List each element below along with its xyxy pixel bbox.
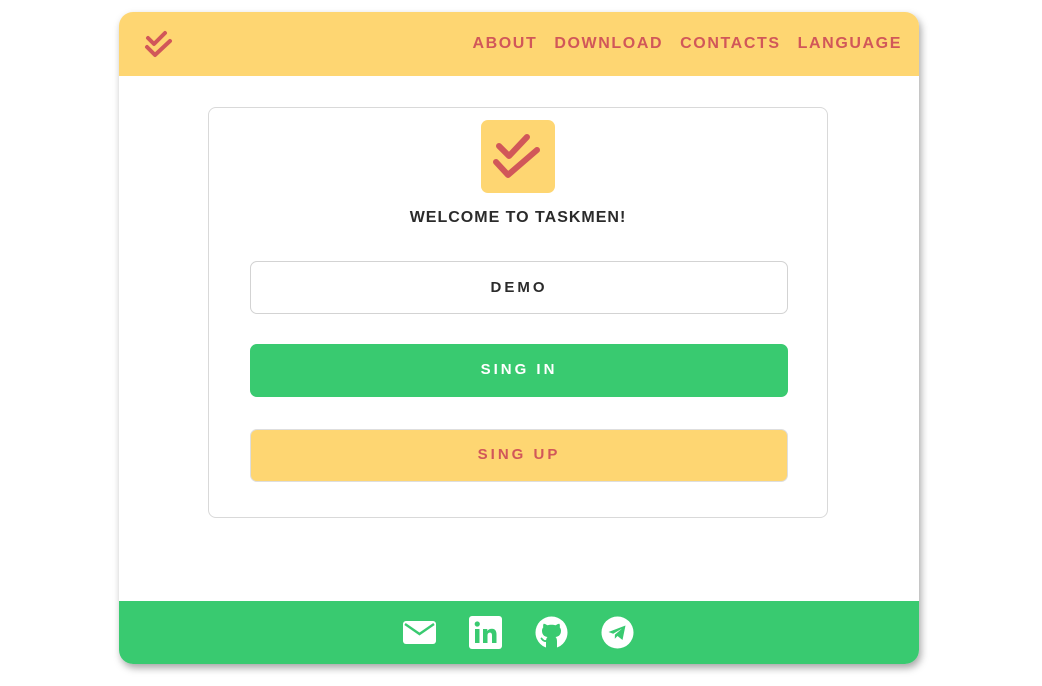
app-logo	[481, 120, 555, 193]
nav-language[interactable]: LANGUAGE	[798, 34, 902, 54]
username-input[interactable]	[250, 261, 788, 314]
sign-up-button[interactable]: SING UP	[250, 429, 788, 482]
sign-in-button[interactable]: SING IN	[250, 344, 788, 397]
double-check-icon	[493, 134, 540, 178]
nav-download[interactable]: DOWNLOAD	[554, 34, 663, 54]
github-icon[interactable]	[535, 616, 568, 649]
double-check-icon[interactable]	[143, 28, 175, 60]
nav-contacts[interactable]: CONTACTS	[680, 34, 781, 54]
linkedin-icon[interactable]	[469, 616, 502, 649]
welcome-heading: WELCOME TO TASKMEN!	[409, 209, 627, 226]
main-nav: ABOUT DOWNLOAD CONTACTS LANGUAGE	[472, 34, 902, 54]
app-window: ABOUT DOWNLOAD CONTACTS LANGUAGE WELCOME…	[119, 12, 919, 664]
social-links	[403, 616, 634, 649]
footer	[119, 601, 919, 664]
nav-about[interactable]: ABOUT	[472, 34, 537, 54]
header: ABOUT DOWNLOAD CONTACTS LANGUAGE	[119, 12, 919, 76]
telegram-icon[interactable]	[601, 616, 634, 649]
login-card: WELCOME TO TASKMEN! SING IN SING UP	[208, 107, 828, 518]
mail-icon[interactable]	[403, 616, 436, 649]
